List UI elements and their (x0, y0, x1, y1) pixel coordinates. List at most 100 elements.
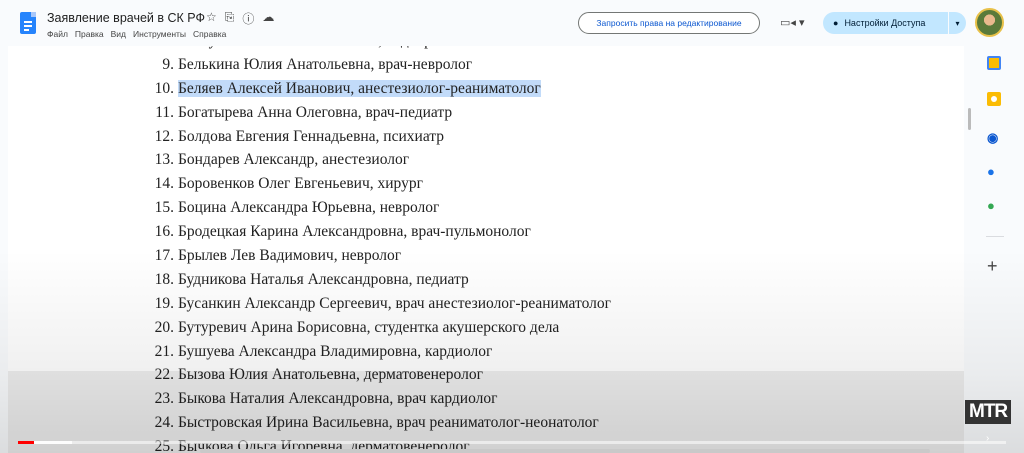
document-list: 8. Белоус Анастасия Николаевна, эндокрино… (8, 46, 964, 453)
list-item-text: Беляев Алексей Иванович, анестезиолог-ре… (178, 79, 541, 98)
list-item-text: Боровенков Олег Евгеньевич, хирург (178, 175, 423, 193)
keep-icon[interactable] (987, 92, 1001, 106)
list-item[interactable]: 13. Бондарев Александр, анестезиолог (8, 151, 964, 175)
list-item-number: 16. (154, 223, 174, 241)
cloud-icon[interactable]: ☁ (262, 10, 274, 27)
scrollbar[interactable] (968, 108, 971, 130)
list-item-number: 17. (154, 247, 174, 265)
list-item-text-content: Бутуревич Арина Борисовна, студентка аку… (178, 318, 560, 336)
list-item[interactable]: 23. Быкова Наталия Александровна, врач ка… (8, 390, 964, 414)
list-item-text-content: Беляев Алексей Иванович, анестезиолог-ре… (178, 79, 541, 97)
info-icon[interactable]: ⓘ (242, 10, 254, 27)
list-item-text: Бутуревич Арина Борисовна, студентка аку… (178, 319, 559, 337)
list-item-text-content: Белькина Юлия Анатольевна, врач-невролог (178, 55, 473, 73)
list-item[interactable]: 24. Быстровская Ирина Васильевна, врач ре… (8, 414, 964, 438)
list-item-text: Быкова Наталия Александровна, врач карди… (178, 390, 497, 408)
horizontal-scrollbar[interactable] (200, 449, 930, 453)
list-item-number: 11. (155, 103, 174, 121)
list-item-text-content: Болдова Евгения Геннадьевна, психиатр (178, 127, 445, 145)
list-item[interactable]: 14. Боровенков Олег Евгеньевич, хирург (8, 175, 964, 199)
list-item[interactable]: 22. Бызова Юлия Анатольевна, дерматовенер… (8, 366, 964, 390)
list-item-text: Брылев Лев Вадимович, невролог (178, 247, 401, 265)
list-item-text: Белоус Анастасия Николаевна, эндокриноло… (178, 46, 478, 50)
list-item-number: 9. (162, 55, 174, 73)
list-item-text: Бусанкин Александр Сергеевич, врач анест… (178, 295, 611, 313)
list-item-text-content: Будникова Наталья Александровна, педиатр (178, 270, 469, 288)
list-item-text: Будникова Наталья Александровна, педиатр (178, 271, 469, 289)
menu-view[interactable]: Вид (111, 29, 126, 39)
request-edit-button[interactable]: Запросить права на редактирование (578, 12, 760, 34)
globe-icon: ● (833, 18, 839, 28)
document-page[interactable]: 8. Белоус Анастасия Николаевна, эндокрино… (8, 46, 964, 453)
chevron-right-icon[interactable]: › (986, 433, 989, 444)
list-item-number: 15. (154, 199, 174, 217)
list-item-text-content: Бушуева Александра Владимировна, кардиол… (178, 342, 493, 360)
list-item-text-content: Бызова Юлия Анатольевна, дерматовенероло… (178, 366, 483, 384)
list-item-text: Белькина Юлия Анатольевна, врач-невролог (178, 56, 472, 74)
menu-bar: Файл Правка Вид Инструменты Справка (47, 29, 226, 39)
list-item[interactable]: 19. Бусанкин Александр Сергеевич, врач ан… (8, 295, 964, 319)
list-item-number: 23. (154, 390, 174, 408)
list-item-text-content: Белоус Анастасия Николаевна, эндокриноло… (178, 46, 478, 49)
list-item-text: Бродецкая Карина Александровна, врач-пул… (178, 223, 531, 241)
side-panel: ◉ ● ● + (972, 46, 1024, 453)
share-dropdown-icon[interactable]: ▾ (948, 12, 966, 34)
docs-icon[interactable] (20, 12, 36, 34)
list-item[interactable]: 9. Белькина Юлия Анатольевна, врач-неврол… (8, 56, 964, 80)
list-item-text-content: Бродецкая Карина Александровна, врач-пул… (178, 223, 531, 241)
menu-file[interactable]: Файл (47, 29, 68, 39)
list-item-number: 12. (154, 127, 174, 145)
list-item-text-content: Богатырева Анна Олеговна, врач-педиатр (178, 103, 453, 121)
list-item-text-content: Бондарев Александр, анестезиолог (178, 151, 410, 169)
list-item-number: 14. (154, 175, 174, 193)
list-item[interactable]: 18. Будникова Наталья Александровна, педи… (8, 271, 964, 295)
menu-edit[interactable]: Правка (75, 29, 104, 39)
list-item[interactable]: 15. Боцина Александра Юрьевна, невролог (8, 199, 964, 223)
list-item[interactable]: 8. Белоус Анастасия Николаевна, эндокрино… (8, 46, 964, 56)
share-button[interactable]: ● Настройки Доступа (823, 12, 958, 34)
list-item[interactable]: 12. Болдова Евгения Геннадьевна, психиатр (8, 128, 964, 152)
contacts-icon[interactable]: ● (987, 164, 1001, 179)
list-item-number: 22. (154, 366, 174, 384)
top-bar: Заявление врачей в СК РФ ☆ ⎘ ⓘ ☁ Файл Пр… (0, 0, 1024, 46)
list-item-text: Бызова Юлия Анатольевна, дерматовенероло… (178, 366, 483, 384)
list-item[interactable]: 21. Бушуева Александра Владимировна, кард… (8, 343, 964, 367)
move-icon[interactable]: ⎘ (225, 10, 235, 27)
list-item-number: 20. (154, 318, 174, 336)
star-icon[interactable]: ☆ (206, 10, 217, 27)
list-item-text: Быстровская Ирина Васильевна, врач реани… (178, 414, 599, 432)
list-item-number: 10. (154, 79, 174, 97)
list-item-number: 8. (8, 46, 174, 50)
tasks-icon[interactable]: ◉ (987, 130, 1001, 145)
maps-icon[interactable]: ● (987, 198, 1001, 213)
list-item-text-content: Бусанкин Александр Сергеевич, врач анест… (178, 294, 611, 312)
camera-icon[interactable]: ▭◂ ▾ (780, 16, 806, 30)
list-item[interactable]: 11. Богатырева Анна Олеговна, врач-педиат… (8, 104, 964, 128)
list-item-number: 18. (154, 270, 174, 288)
plus-icon[interactable]: + (987, 256, 1001, 276)
menu-help[interactable]: Справка (193, 29, 226, 39)
list-item-text-content: Боцина Александра Юрьевна, невролог (178, 199, 440, 217)
list-item-text-content: Быстровская Ирина Васильевна, врач реани… (178, 414, 599, 432)
side-divider (986, 236, 1004, 237)
list-item[interactable]: 10. Беляев Алексей Иванович, анестезиолог… (8, 79, 964, 104)
list-item-text: Богатырева Анна Олеговна, врач-педиатр (178, 104, 452, 122)
list-item-text-content: Быкова Наталия Александровна, врач карди… (178, 390, 498, 408)
list-item-number: 24. (154, 414, 174, 432)
avatar[interactable] (975, 8, 1004, 37)
channel-watermark: MTR (965, 400, 1012, 424)
list-item[interactable]: 20. Бутуревич Арина Борисовна, студентка … (8, 319, 964, 343)
list-item-text-content: Брылев Лев Вадимович, невролог (178, 247, 402, 265)
list-item-number: 19. (154, 294, 174, 312)
list-item-text: Бушуева Александра Владимировна, кардиол… (178, 343, 492, 361)
video-progress-track[interactable] (18, 441, 1006, 444)
document-title[interactable]: Заявление врачей в СК РФ (47, 11, 205, 25)
menu-tools[interactable]: Инструменты (133, 29, 186, 39)
title-icons: ☆ ⎘ ⓘ ☁ (206, 10, 274, 27)
list-item-text: Болдова Евгения Геннадьевна, психиатр (178, 128, 444, 146)
list-item-number: 21. (154, 342, 174, 360)
share-button-label: Настройки Доступа (844, 18, 926, 28)
list-item[interactable]: 16. Бродецкая Карина Александровна, врач-… (8, 223, 964, 247)
list-item[interactable]: 17. Брылев Лев Вадимович, невролог (8, 247, 964, 271)
calendar-icon[interactable] (987, 56, 1001, 70)
